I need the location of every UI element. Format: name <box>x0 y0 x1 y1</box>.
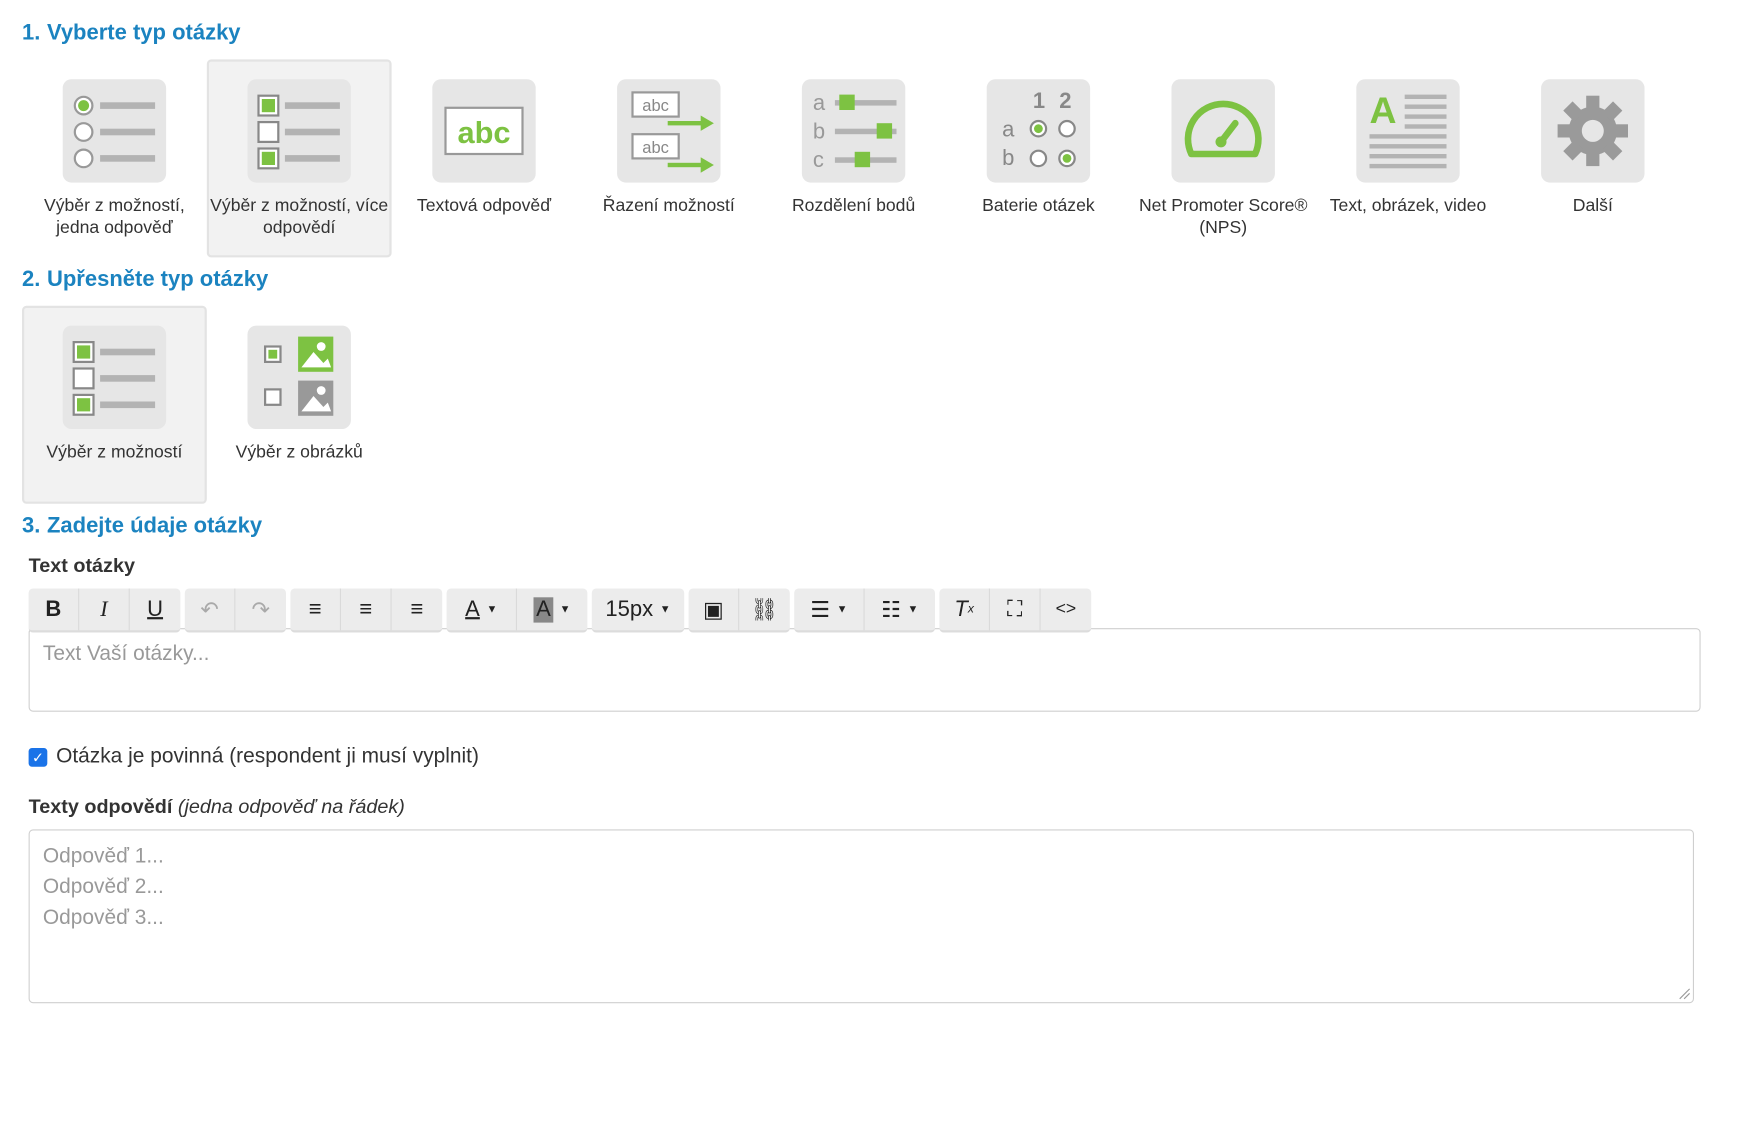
fullscreen-icon[interactable]: ⛶ <box>990 588 1041 631</box>
answers-hint: (jedna odpověď na řádek) <box>177 795 405 818</box>
svg-text:c: c <box>813 147 824 172</box>
svg-text:abc: abc <box>457 115 510 150</box>
text-color-button[interactable]: A ▼ <box>447 588 517 631</box>
page: 1. Vyberte typ otázky Výběr z možností, j… <box>0 11 1738 1004</box>
subtype-choice[interactable]: Výběr z možností <box>22 305 207 504</box>
subtype-image-choice[interactable]: Výběr z obrázků <box>207 306 392 504</box>
text-media-icon: A <box>1356 79 1460 183</box>
type-matrix[interactable]: 12ab Baterie otázek <box>946 59 1131 257</box>
type-nps[interactable]: Net Promoter Score® (NPS) <box>1131 59 1316 257</box>
source-code-button[interactable]: <> <box>1041 589 1092 631</box>
align-right-button[interactable]: ≡ <box>392 589 443 631</box>
redo-button[interactable]: ↷ <box>235 589 286 631</box>
undo-button[interactable]: ↶ <box>185 588 236 631</box>
svg-text:1: 1 <box>1033 88 1045 113</box>
step1-heading: 1. Vyberte typ otázky <box>22 20 241 46</box>
gear-icon <box>1541 79 1645 183</box>
gauge-icon <box>1171 79 1275 183</box>
background-color-button[interactable]: A ▼ <box>517 589 587 631</box>
question-text-editor[interactable]: Text Vaší otázky... <box>28 628 1701 712</box>
question-type-list: Výběr z možností, jedna odpověď Výběr z … <box>22 59 1738 258</box>
resize-handle-icon[interactable] <box>1678 987 1691 1000</box>
svg-text:A: A <box>1370 89 1397 131</box>
insert-image-icon[interactable]: ▣ <box>689 588 740 631</box>
svg-text:2: 2 <box>1059 88 1071 113</box>
editor-toolbar: B I U ↶ ↷ ≡ ≡ ≡ A ▼ A ▼ 15px ▼ ▣ ⛓ ☰ ▼ ☷ ▼ Tx <box>28 588 1738 633</box>
font-size-dropdown[interactable]: 15px ▼ <box>592 589 684 631</box>
bullet-list-button[interactable]: ☰ ▼ <box>794 588 865 631</box>
svg-text:abc: abc <box>642 97 669 115</box>
question-subtype-list: Výběr z možností Výběr z obrázků <box>22 305 1738 504</box>
radio-list-icon <box>62 79 167 183</box>
italic-button[interactable]: I <box>79 588 130 631</box>
type-multiple-choice[interactable]: Výběr z možností, více odpovědí <box>206 59 392 258</box>
bold-button[interactable]: B <box>29 588 80 631</box>
svg-text:a: a <box>1002 116 1015 141</box>
points-slider-icon: abc <box>801 79 906 183</box>
clear-format-button[interactable]: Tx <box>939 588 990 631</box>
type-points[interactable]: abc Rozdělení bodů <box>761 59 946 257</box>
insert-link-icon[interactable]: ⛓ <box>739 589 790 631</box>
answers-textarea[interactable]: Odpověď 1... Odpověď 2... Odpověď 3... <box>28 829 1695 1004</box>
ordering-icon: abc abc <box>617 79 721 183</box>
checkbox-list-icon <box>247 79 351 183</box>
svg-text:a: a <box>813 90 826 115</box>
text-answer-icon: abc <box>432 79 536 183</box>
required-checkbox[interactable]: ✓ <box>28 747 48 767</box>
image-choice-icon <box>247 325 351 429</box>
svg-text:b: b <box>813 119 825 144</box>
required-label: Otázka je povinná (respondent ji musí vy… <box>56 744 479 768</box>
checkbox-list-icon <box>62 325 167 429</box>
type-more[interactable]: Další <box>1500 59 1685 257</box>
step3-heading: 3. Zadejte údaje otázky <box>22 513 263 538</box>
type-text-answer[interactable]: abc Textová odpověď <box>392 59 577 257</box>
align-center-button[interactable]: ≡ <box>341 588 392 631</box>
answers-label: Texty odpovědí (jedna odpověď na řádek) <box>28 795 405 818</box>
type-single-choice[interactable]: Výběr z možností, jedna odpověď <box>22 59 207 257</box>
matrix-icon: 12 ab <box>986 79 1091 183</box>
svg-text:abc: abc <box>642 139 669 157</box>
svg-text:b: b <box>1002 145 1014 170</box>
required-row: ✓ Otázka je povinná (respondent ji musí … <box>28 744 1738 769</box>
question-text-label: Text otázky <box>28 554 135 577</box>
underline-button[interactable]: U <box>130 589 181 631</box>
numbered-list-button[interactable]: ☷ ▼ <box>865 589 935 631</box>
type-ordering[interactable]: abc abc Řazení možností <box>576 59 761 257</box>
align-left-button[interactable]: ≡ <box>290 588 341 631</box>
type-text-media[interactable]: A Text, obrázek, video <box>1316 59 1501 257</box>
step2-heading: 2. Upřesněte typ otázky <box>22 267 269 292</box>
